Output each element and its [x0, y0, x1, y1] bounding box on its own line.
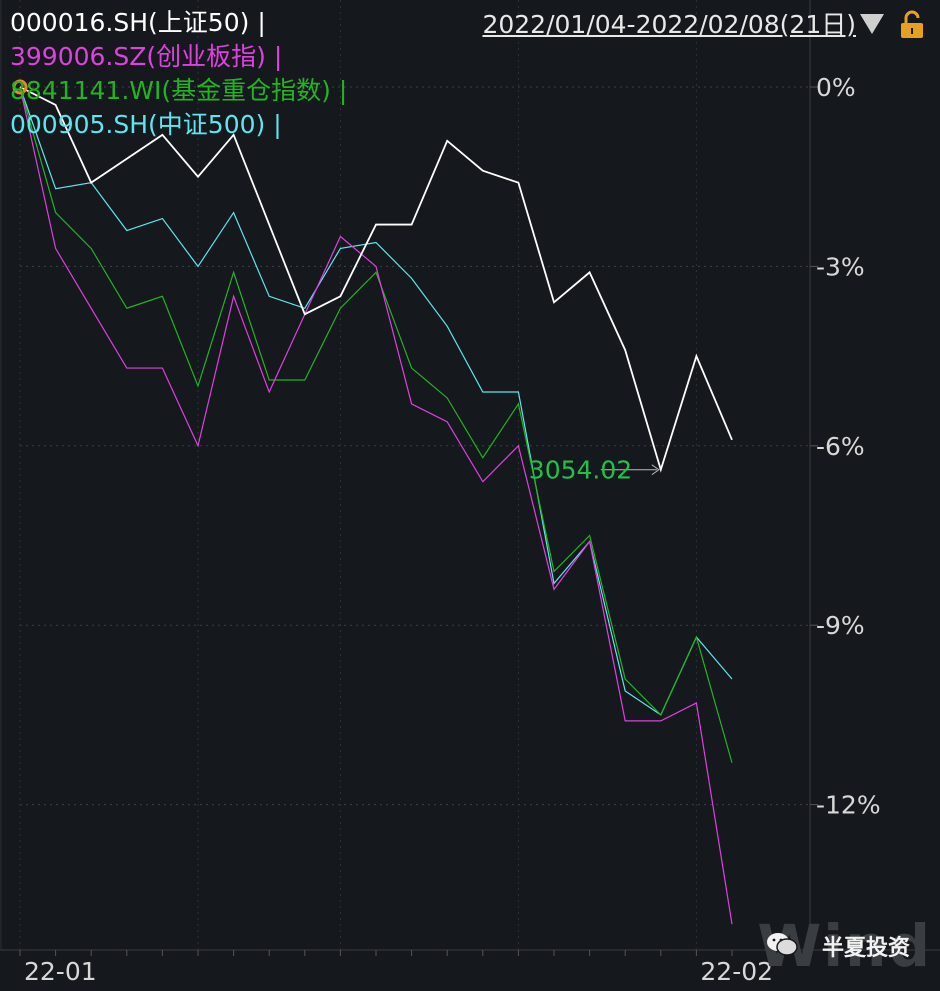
line-chart: 0%-3%-6%-9%-12%22-01 22-023054.02	[0, 0, 940, 986]
series-line	[19, 86, 733, 925]
legend-item-000905[interactable]: 000905.SH(中证500) |	[10, 108, 282, 142]
legend-label-000905: 000905.SH(中证500)	[10, 110, 266, 139]
x-tick-label: 22-01	[24, 957, 97, 986]
legend-label-8841141: 8841141.WI(基金重仓指数)	[10, 76, 331, 105]
legend-separator: |	[338, 76, 348, 105]
legend-item-8841141[interactable]: 8841141.WI(基金重仓指数) |	[10, 74, 347, 108]
legend-label-000016: 000016.SH(上证50)	[10, 8, 250, 37]
y-tick-label: 0%	[816, 73, 856, 102]
y-tick-label: -9%	[816, 611, 865, 640]
dropdown-triangle-icon[interactable]	[858, 10, 886, 38]
y-tick-label: -6%	[816, 432, 865, 461]
legend-separator: |	[273, 42, 283, 71]
legend-label-399006: 399006.SZ(创业板指)	[10, 42, 266, 71]
watermark-text: 半夏投资	[821, 936, 910, 961]
y-tick-label: -3%	[816, 252, 865, 281]
annotation-label: 3054.02	[529, 456, 632, 485]
unlock-icon[interactable]	[898, 10, 926, 40]
series-line	[19, 86, 733, 763]
legend-item-000016[interactable]: 000016.SH(上证50) |	[10, 6, 266, 40]
series-line	[19, 86, 733, 716]
legend-separator: |	[257, 8, 266, 37]
legend-separator: |	[273, 110, 282, 139]
wechat-icon	[767, 933, 798, 956]
legend-item-399006[interactable]: 399006.SZ(创业板指) |	[10, 40, 282, 74]
y-tick-label: -12%	[816, 791, 881, 820]
series-line	[19, 86, 733, 473]
date-range-selector[interactable]: 2022/01/04-2022/02/08(21日)	[482, 8, 856, 42]
